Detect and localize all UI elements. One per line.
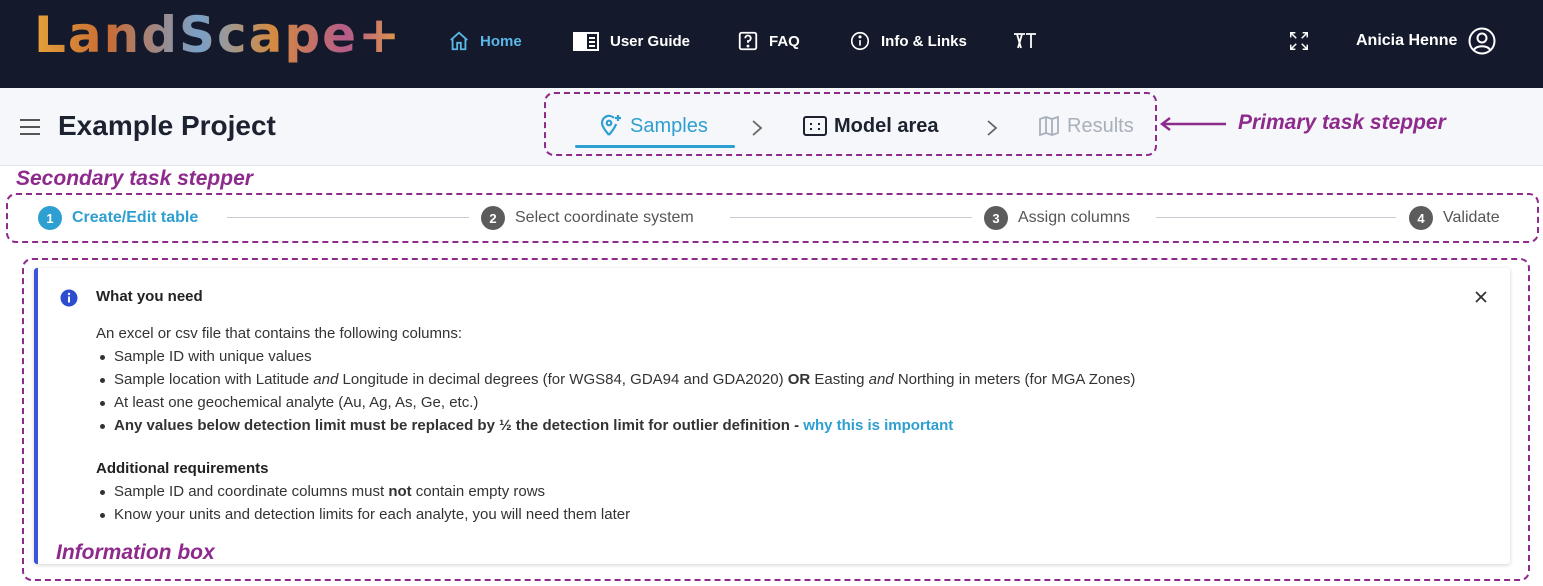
list-item-text: Longitude in decimal degrees (for WGS84,… xyxy=(338,371,788,388)
primary-step-results: Results xyxy=(1037,112,1134,140)
step-connector xyxy=(227,217,469,218)
book-icon xyxy=(573,32,599,51)
primary-step-results-label: Results xyxy=(1067,114,1134,137)
primary-step-model-area-label: Model area xyxy=(834,114,939,137)
emphasis-text: and xyxy=(313,371,339,388)
emphasis-text: and xyxy=(868,371,894,388)
info-intro: An excel or csv file that contains the f… xyxy=(96,325,463,342)
translate-icon xyxy=(1014,33,1036,49)
primary-stepper-annotation: Primary task stepper xyxy=(1238,111,1446,134)
arrow-left-icon xyxy=(1160,117,1226,131)
info-box: What you need An excel or csv file that … xyxy=(34,268,1510,564)
step-number: 2 xyxy=(481,206,505,230)
top-navbar: LandScape+ Home User Guide FAQ Info & Li… xyxy=(0,0,1543,88)
bold-text: OR xyxy=(787,371,811,388)
nav-home-label: Home xyxy=(480,32,522,50)
additional-requirements-list: Sample ID and coordinate columns must no… xyxy=(96,480,1476,526)
info-circle-icon xyxy=(850,31,870,51)
list-item-text: Easting xyxy=(810,371,869,388)
list-item-text: Any values below detection limit must be… xyxy=(114,417,804,434)
list-item-text: Know your units and detection limits for… xyxy=(114,506,631,523)
list-item: At least one geochemical analyte (Au, Ag… xyxy=(96,391,1476,414)
secondary-stepper-annotation-box xyxy=(6,193,1539,243)
secondary-step-validate[interactable]: 4 Validate xyxy=(1409,205,1500,231)
nav-home[interactable]: Home xyxy=(448,28,522,54)
nav-info-links-label: Info & Links xyxy=(881,32,967,50)
list-item-text: Sample location with Latitude xyxy=(114,371,314,388)
close-icon[interactable] xyxy=(1474,290,1488,304)
info-body: An excel or csv file that contains the f… xyxy=(96,322,1476,526)
secondary-step-create-edit[interactable]: 1 Create/Edit table xyxy=(38,205,198,231)
step-connector xyxy=(1156,217,1396,218)
primary-step-model-area[interactable]: Model area xyxy=(802,112,938,140)
step-connector xyxy=(730,217,972,218)
list-item-text: Northing in meters (for MGA Zones) xyxy=(893,371,1136,388)
secondary-stepper-annotation: Secondary task stepper xyxy=(16,167,253,190)
additional-requirements-heading: Additional requirements xyxy=(96,460,269,477)
area-select-icon xyxy=(803,116,827,136)
list-item-text: Sample ID with unique values xyxy=(114,348,312,365)
list-item-text: Sample ID and coordinate columns must xyxy=(114,483,389,500)
map-icon xyxy=(1039,115,1059,137)
hamburger-icon[interactable] xyxy=(18,118,42,136)
list-item: Sample ID with unique values xyxy=(96,345,1476,368)
nav-translate[interactable] xyxy=(1012,28,1038,54)
list-item-text: contain empty rows xyxy=(411,483,546,500)
step-number: 1 xyxy=(38,206,62,230)
requirements-list: Sample ID with unique values Sample loca… xyxy=(96,345,1476,437)
active-step-underline xyxy=(575,145,735,148)
step-number: 3 xyxy=(984,206,1008,230)
bold-text: not xyxy=(388,483,412,500)
chevron-right-icon xyxy=(987,120,998,136)
chevron-right-icon xyxy=(752,120,763,136)
list-item-text: At least one geochemical analyte (Au, Ag… xyxy=(114,394,479,411)
list-item: Any values below detection limit must be… xyxy=(96,414,1476,437)
info-heading: What you need xyxy=(96,288,203,305)
step-label: Create/Edit table xyxy=(72,209,199,226)
nav-user-guide-label: User Guide xyxy=(610,32,691,50)
list-item: Sample location with Latitude and Longit… xyxy=(96,368,1476,391)
home-icon xyxy=(450,31,468,51)
nav-info-links[interactable]: Info & Links xyxy=(849,28,967,54)
nav-faq[interactable]: FAQ xyxy=(737,28,800,54)
project-title: Example Project xyxy=(58,110,276,141)
secondary-step-coordinate-system[interactable]: 2 Select coordinate system xyxy=(481,205,694,231)
location-plus-icon xyxy=(600,114,621,136)
user-menu[interactable]: Anicia Henne xyxy=(1356,27,1497,55)
user-name-label: Anicia Henne xyxy=(1356,32,1458,49)
step-number: 4 xyxy=(1409,206,1433,230)
help-square-icon xyxy=(738,31,758,51)
list-item: Sample ID and coordinate columns must no… xyxy=(96,480,1476,503)
step-label: Validate xyxy=(1443,209,1500,226)
app-logo[interactable]: LandScape+ xyxy=(34,6,402,64)
list-item: Know your units and detection limits for… xyxy=(96,503,1476,526)
user-circle-icon xyxy=(1468,27,1496,55)
primary-step-samples[interactable]: Samples xyxy=(598,112,708,140)
step-label: Assign columns xyxy=(1018,209,1131,226)
expand-icon xyxy=(1290,32,1308,50)
fullscreen-button[interactable] xyxy=(1288,28,1310,54)
info-box-annotation: Information box xyxy=(56,541,215,564)
step-label: Select coordinate system xyxy=(515,209,694,226)
why-important-link[interactable]: why this is important xyxy=(803,417,953,434)
primary-step-samples-label: Samples xyxy=(630,114,708,137)
nav-user-guide[interactable]: User Guide xyxy=(572,28,690,54)
nav-faq-label: FAQ xyxy=(769,32,800,50)
secondary-step-assign-columns[interactable]: 3 Assign columns xyxy=(984,205,1130,231)
info-icon xyxy=(60,289,78,307)
